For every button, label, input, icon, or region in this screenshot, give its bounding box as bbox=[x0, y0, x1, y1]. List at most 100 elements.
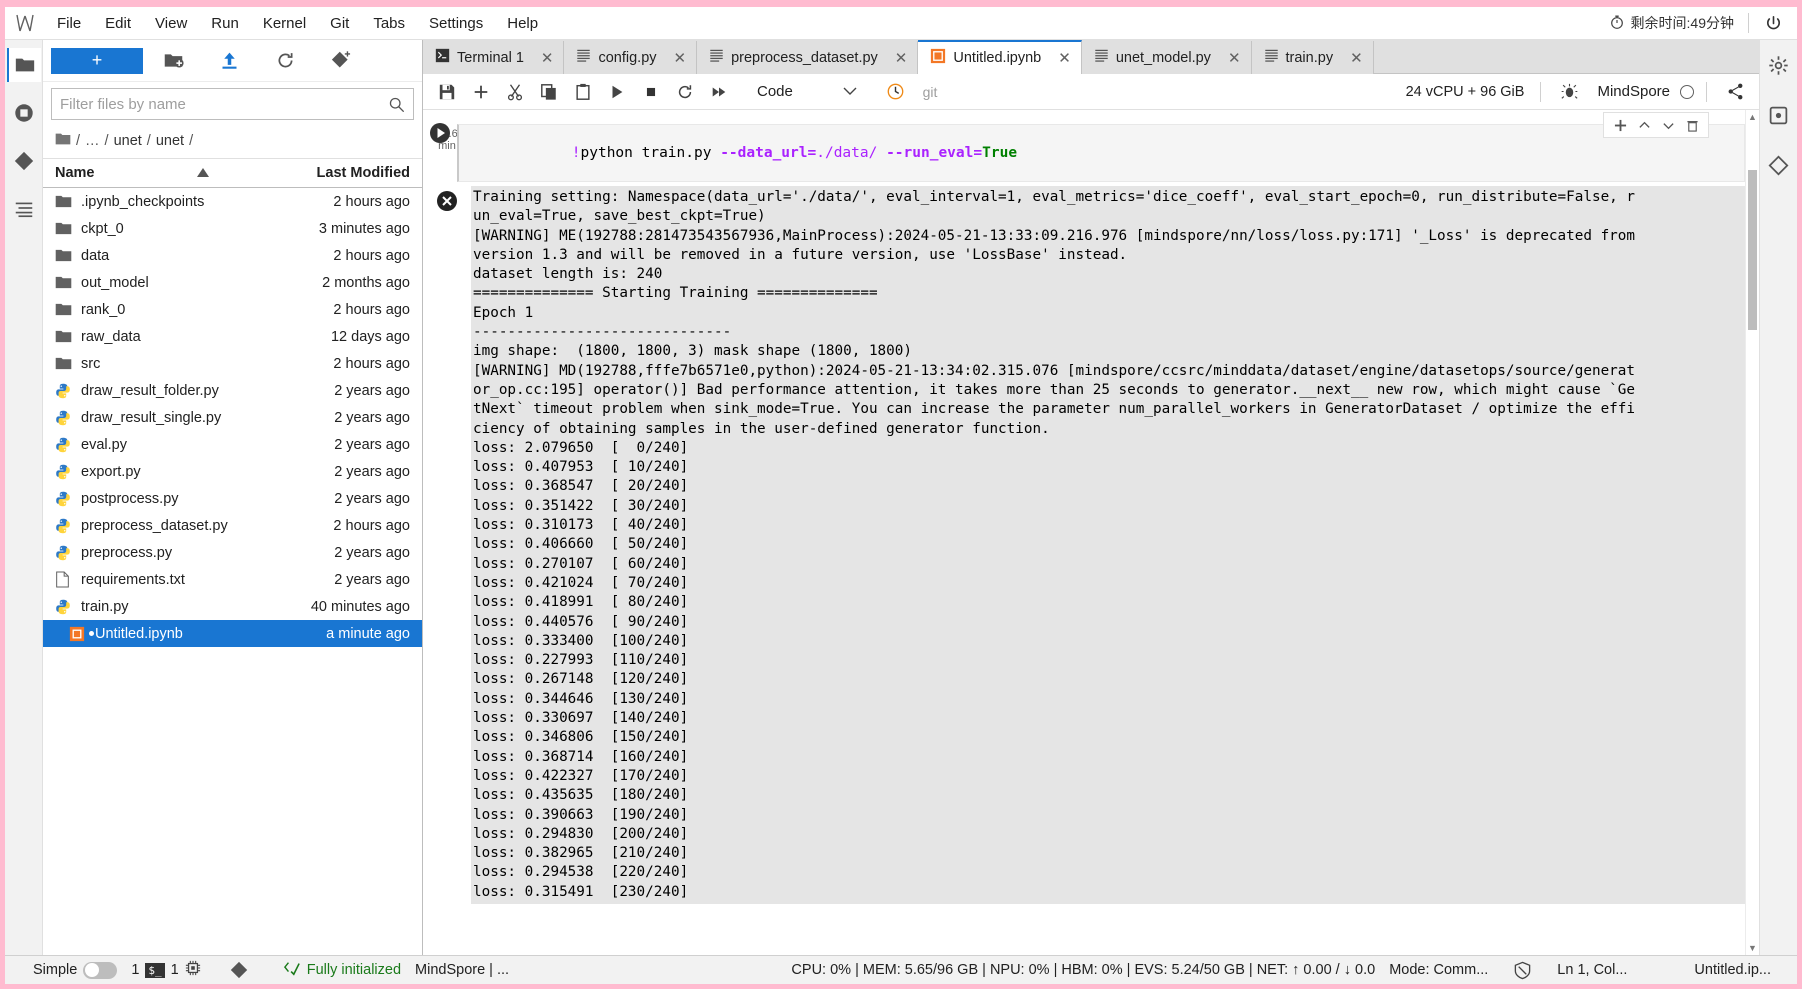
breadcrumb[interactable]: / … / unet / unet / bbox=[43, 128, 422, 158]
save-button[interactable] bbox=[431, 78, 463, 106]
copy-cell-button[interactable] bbox=[533, 78, 565, 106]
column-header-name[interactable]: Name bbox=[55, 165, 280, 181]
toggle-switch[interactable] bbox=[83, 961, 118, 979]
refresh-icon[interactable] bbox=[259, 46, 311, 76]
bug-icon[interactable] bbox=[1553, 78, 1585, 106]
kernel-name-label[interactable]: MindSpore bbox=[1597, 83, 1678, 100]
menu-settings[interactable]: Settings bbox=[417, 12, 495, 35]
tab-unet-model-py[interactable]: unet_model.py ✕ bbox=[1081, 41, 1252, 74]
breadcrumb-root[interactable]: / bbox=[76, 133, 80, 149]
file-row-eval-py[interactable]: eval.py 2 years ago bbox=[43, 431, 422, 458]
menu-help[interactable]: Help bbox=[495, 12, 550, 35]
upload-icon[interactable] bbox=[203, 46, 255, 76]
menu-edit[interactable]: Edit bbox=[93, 12, 143, 35]
breadcrumb-unet-1[interactable]: unet bbox=[114, 133, 142, 149]
output-status[interactable] bbox=[423, 186, 471, 904]
file-row-out-model[interactable]: out_model 2 months ago bbox=[43, 269, 422, 296]
add-cell-icon[interactable] bbox=[1610, 115, 1630, 135]
restart-run-all-button[interactable] bbox=[703, 78, 735, 106]
file-row-data[interactable]: data 2 hours ago bbox=[43, 242, 422, 269]
stop-kernel-button[interactable] bbox=[635, 78, 667, 106]
property-inspector-icon[interactable] bbox=[1762, 148, 1796, 182]
file-row--ipynb-checkpoints[interactable]: .ipynb_checkpoints 2 hours ago bbox=[43, 188, 422, 215]
sidebar-item-file-browser[interactable] bbox=[6, 48, 41, 82]
kernel-status-text[interactable]: MindSpore | ... bbox=[408, 962, 516, 978]
chevron-up-icon[interactable] bbox=[1634, 115, 1654, 135]
terminal-count-value: 1 bbox=[170, 962, 179, 978]
file-row-draw-result-single-py[interactable]: draw_result_single.py 2 years ago bbox=[43, 404, 422, 431]
tab-close-button[interactable]: ✕ bbox=[895, 49, 908, 67]
search-input[interactable] bbox=[52, 89, 388, 119]
extension-manager-icon[interactable] bbox=[1762, 98, 1796, 132]
file-type-icon bbox=[55, 410, 81, 426]
notebook-cell[interactable]: 36.6 min !python train.py --data_url=./d… bbox=[423, 122, 1745, 182]
sidebar-item-toc[interactable] bbox=[7, 192, 41, 226]
file-row-untitled-ipynb[interactable]: Untitled.ipynb a minute ago bbox=[43, 620, 422, 647]
menu-tabs[interactable]: Tabs bbox=[361, 12, 417, 35]
cell-run-button[interactable] bbox=[429, 122, 451, 182]
git-status-icon[interactable] bbox=[208, 961, 255, 979]
notebook-scrollbar[interactable]: ▲ ▼ bbox=[1745, 110, 1759, 955]
file-type-icon bbox=[55, 518, 81, 534]
file-row-preprocess-dataset-py[interactable]: preprocess_dataset.py 2 hours ago bbox=[43, 512, 422, 539]
file-row-export-py[interactable]: export.py 2 years ago bbox=[43, 458, 422, 485]
menu-git[interactable]: Git bbox=[318, 12, 361, 35]
menu-bar: File Edit View Run Kernel Git Tabs Setti… bbox=[5, 7, 1797, 40]
file-row-requirements-txt[interactable]: requirements.txt 2 years ago bbox=[43, 566, 422, 593]
tab-terminal-1[interactable]: Terminal 1 ✕ bbox=[423, 41, 565, 74]
tab-preprocess-dataset-py[interactable]: preprocess_dataset.py ✕ bbox=[697, 41, 919, 74]
menu-file[interactable]: File bbox=[45, 12, 93, 35]
scrollbar-thumb[interactable] bbox=[1748, 170, 1757, 330]
cell-type-select[interactable]: Code bbox=[751, 79, 863, 105]
kernel-session-count[interactable]: 1 $_ 1 bbox=[124, 960, 207, 980]
tab-config-py[interactable]: config.py ✕ bbox=[564, 41, 698, 74]
sidebar-item-git[interactable] bbox=[7, 144, 41, 178]
paste-cell-button[interactable] bbox=[567, 78, 599, 106]
run-cell-button[interactable] bbox=[601, 78, 633, 106]
power-icon[interactable] bbox=[1749, 14, 1797, 33]
tab-close-button[interactable]: ✕ bbox=[541, 49, 554, 67]
file-row-draw-result-folder-py[interactable]: draw_result_folder.py 2 years ago bbox=[43, 377, 422, 404]
toolbar-divider-2 bbox=[1706, 81, 1707, 102]
breadcrumb-ellipsis[interactable]: … bbox=[85, 133, 100, 149]
menu-view[interactable]: View bbox=[143, 12, 199, 35]
cell-source-code[interactable]: !python train.py --data_url=./data/ --ru… bbox=[457, 124, 1745, 182]
menu-run[interactable]: Run bbox=[199, 12, 251, 35]
file-row-rank-0[interactable]: rank_0 2 hours ago bbox=[43, 296, 422, 323]
file-row-ckpt-0[interactable]: ckpt_0 3 minutes ago bbox=[43, 215, 422, 242]
column-header-modified[interactable]: Last Modified bbox=[280, 165, 410, 181]
git-indicator[interactable]: git bbox=[913, 78, 947, 106]
file-name: preprocess.py bbox=[81, 544, 173, 561]
breadcrumb-unet-2[interactable]: unet bbox=[156, 133, 184, 149]
file-row-train-py[interactable]: train.py 40 minutes ago bbox=[43, 593, 422, 620]
scroll-up-arrow[interactable]: ▲ bbox=[1746, 110, 1759, 124]
tab-close-button[interactable]: ✕ bbox=[1228, 49, 1241, 67]
tab-train-py[interactable]: train.py ✕ bbox=[1251, 41, 1374, 74]
scroll-down-arrow[interactable]: ▼ bbox=[1746, 941, 1759, 955]
new-launcher-button[interactable]: + bbox=[51, 47, 143, 74]
cursor-position[interactable]: Ln 1, Col... bbox=[1539, 962, 1634, 978]
tab-close-button[interactable]: ✕ bbox=[1058, 49, 1071, 67]
insert-cell-button[interactable] bbox=[465, 78, 497, 106]
file-row-postprocess-py[interactable]: postprocess.py 2 years ago bbox=[43, 485, 422, 512]
share-icon[interactable] bbox=[1719, 78, 1751, 106]
tab-close-button[interactable]: ✕ bbox=[674, 49, 687, 67]
tab-close-button[interactable]: ✕ bbox=[1350, 49, 1363, 67]
new-git-icon[interactable] bbox=[315, 46, 367, 76]
file-row-raw-data[interactable]: raw_data 12 days ago bbox=[43, 323, 422, 350]
tab-untitled-ipynb[interactable]: Untitled.ipynb ✕ bbox=[918, 40, 1082, 74]
chevron-down-icon[interactable] bbox=[1658, 115, 1678, 135]
sidebar-item-running[interactable] bbox=[7, 96, 41, 130]
new-folder-icon[interactable] bbox=[147, 46, 199, 76]
shield-off-icon[interactable] bbox=[1495, 961, 1539, 980]
clock-icon[interactable] bbox=[879, 78, 911, 106]
settings-gear-icon[interactable] bbox=[1762, 48, 1796, 82]
restart-kernel-button[interactable] bbox=[669, 78, 701, 106]
trash-icon[interactable] bbox=[1682, 115, 1702, 135]
cut-cell-button[interactable] bbox=[499, 78, 531, 106]
simple-mode-toggle[interactable]: Simple bbox=[5, 961, 124, 979]
file-row-preprocess-py[interactable]: preprocess.py 2 years ago bbox=[43, 539, 422, 566]
notebook-mode[interactable]: Mode: Comm... bbox=[1382, 962, 1495, 978]
menu-kernel[interactable]: Kernel bbox=[251, 12, 318, 35]
file-row-src[interactable]: src 2 hours ago bbox=[43, 350, 422, 377]
